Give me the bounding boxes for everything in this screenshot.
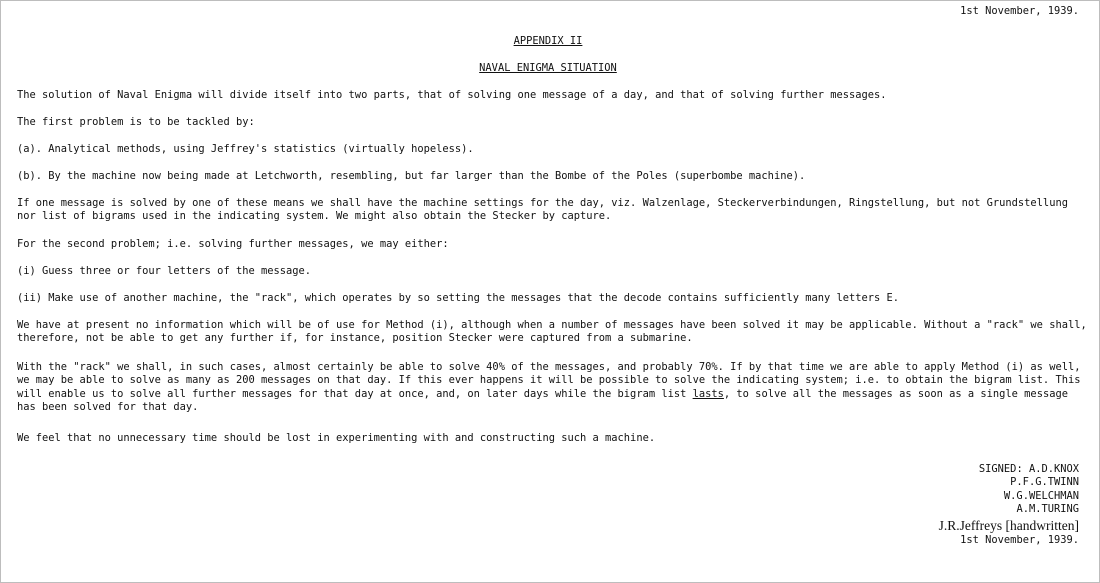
paragraph-line: therefore, not be able to get any furthe… bbox=[17, 332, 693, 345]
paragraph-line: (a). Analytical methods, using Jeffrey's… bbox=[17, 143, 474, 155]
paragraph-line: The first problem is to be tackled by: bbox=[17, 116, 255, 128]
paragraph-line: We have at present no information which … bbox=[17, 319, 1087, 331]
document-viewer: 1st November, 1939. APPENDIX II NAVAL EN… bbox=[0, 0, 1100, 583]
paragraph-method-i: We have at present no information which … bbox=[17, 319, 1087, 346]
signed-line: SIGNED: A.D.KNOX bbox=[978, 463, 1079, 475]
paragraph-line: (ii) Make use of another machine, the "r… bbox=[17, 292, 900, 304]
list-item-a: (a). Analytical methods, using Jeffrey's… bbox=[17, 143, 1079, 156]
text-run: , to solve all the messages as soon as a… bbox=[723, 387, 1068, 400]
paragraph-rack: With the "rack" we shall, in such cases,… bbox=[17, 361, 1081, 415]
document-title: APPENDIX II bbox=[513, 35, 583, 47]
signatory-name: W.G.WELCHMAN bbox=[1003, 489, 1079, 502]
paragraph-first-problem: The first problem is to be tackled by: bbox=[17, 116, 1079, 129]
paragraph-solution-parts: The solution of Naval Enigma will divide… bbox=[17, 89, 1079, 102]
list-item-b: (b). By the machine now being made at Le… bbox=[17, 170, 1079, 183]
handwritten-signature: J.R.Jeffreys [handwritten] bbox=[938, 517, 1079, 533]
signatory-name: P.F.G.TWINN bbox=[1010, 476, 1079, 489]
list-item-i: (i) Guess three or four letters of the m… bbox=[17, 265, 1079, 278]
paragraph-line: nor list of bigrams used in the indicati… bbox=[17, 210, 612, 223]
document-subtitle: NAVAL ENIGMA SITUATION bbox=[479, 62, 617, 74]
paragraph-conclusion: We feel that no unnecessary time should … bbox=[17, 432, 1079, 445]
paragraph-line: has been solved for that day. bbox=[17, 401, 199, 414]
paragraph-line: We feel that no unnecessary time should … bbox=[17, 432, 656, 444]
paragraph-line: For the second problem; i.e. solving fur… bbox=[17, 238, 449, 250]
text-run: will enable us to solve all further mess… bbox=[17, 387, 693, 400]
paragraph-machine-settings: If one message is solved by one of these… bbox=[17, 197, 1079, 224]
signature-date: 1st November, 1939. bbox=[960, 533, 1079, 546]
underlined-word: lasts bbox=[692, 387, 724, 400]
paragraph-line: With the "rack" we shall, in such cases,… bbox=[17, 361, 1081, 373]
paragraph-line: we may be able to solve as many as 200 m… bbox=[17, 374, 1081, 387]
paragraph-line: will enable us to solve all further mess… bbox=[17, 388, 1079, 401]
paragraph-line: (b). By the machine now being made at Le… bbox=[17, 170, 806, 182]
paragraph-second-problem: For the second problem; i.e. solving fur… bbox=[17, 238, 1079, 251]
header-date: 1st November, 1939. bbox=[960, 5, 1079, 17]
paragraph-line: (i) Guess three or four letters of the m… bbox=[17, 265, 312, 277]
paragraph-line: If one message is solved by one of these… bbox=[17, 197, 1068, 209]
paragraph-line: The solution of Naval Enigma will divide… bbox=[17, 89, 887, 101]
signature-block: SIGNED: A.D.KNOX P.F.G.TWINN W.G.WELCHMA… bbox=[939, 463, 1079, 547]
signatory-name: A.M.TURING bbox=[1016, 503, 1079, 516]
list-item-ii: (ii) Make use of another machine, the "r… bbox=[17, 292, 1079, 305]
